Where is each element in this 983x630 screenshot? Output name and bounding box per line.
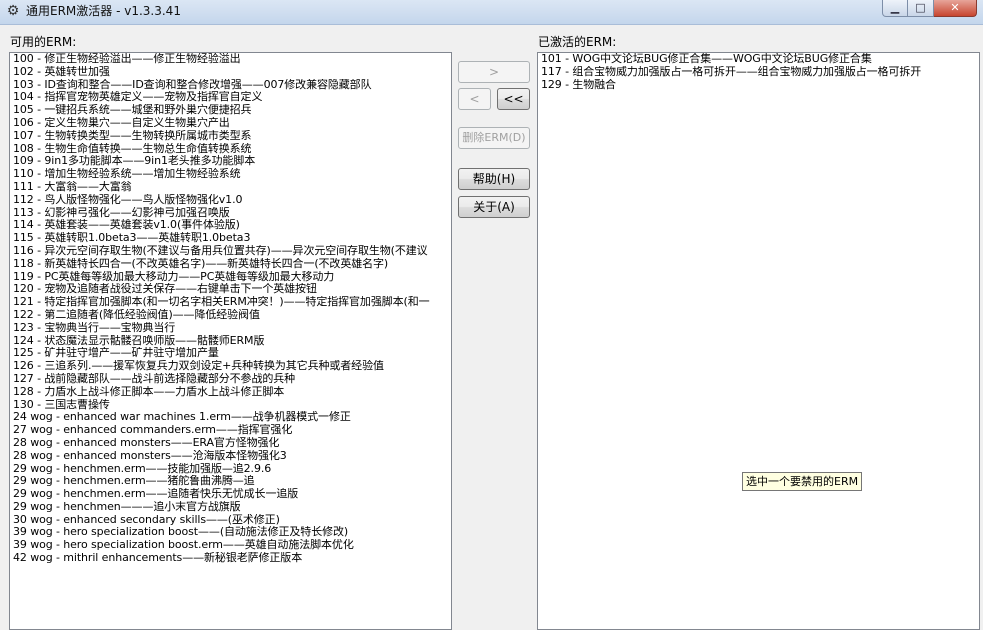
list-item[interactable]: 28 wog - enhanced monsters——沧海版本怪物强化3: [10, 450, 451, 463]
list-item[interactable]: 29 wog - henchmen———追小末官方战旗版: [10, 501, 451, 514]
list-item[interactable]: 111 - 大富翁——大富翁: [10, 181, 451, 194]
available-erm-label: 可用的ERM:: [10, 35, 77, 49]
list-item[interactable]: 102 - 英雄转世加强: [10, 66, 451, 79]
list-item[interactable]: 104 - 指挥官宠物英雄定义——宠物及指挥官自定义: [10, 91, 451, 104]
window-controls: ▁ □ ✕: [882, 0, 977, 18]
list-item[interactable]: 24 wog - enhanced war machines 1.erm——战争…: [10, 411, 451, 424]
list-item[interactable]: 112 - 鸟人版怪物强化——鸟人版怪物强化v1.0: [10, 194, 451, 207]
list-item[interactable]: 118 - 新英雄特长四合一(不改英雄名字)——新英雄特长四合一(不改英雄名字): [10, 258, 451, 271]
list-item[interactable]: 108 - 生物生命值转换——生物总生命值转换系统: [10, 143, 451, 156]
list-item[interactable]: 28 wog - enhanced monsters——ERA官方怪物强化: [10, 437, 451, 450]
list-item[interactable]: 127 - 战前隐藏部队——战斗前选择隐藏部分不参战的兵种: [10, 373, 451, 386]
delete-erm-button[interactable]: 删除ERM(D): [458, 127, 530, 149]
title-bar: ⚙ 通用ERM激活器 - v1.3.3.41 ▁ □ ✕: [0, 0, 983, 25]
list-item[interactable]: 29 wog - henchmen.erm——追随者快乐无忧成长一追版: [10, 488, 451, 501]
list-item[interactable]: 128 - 力盾水上战斗修正脚本——力盾水上战斗修正脚本: [10, 386, 451, 399]
list-item[interactable]: 39 wog - hero specialization boost.erm——…: [10, 539, 451, 552]
list-item[interactable]: 100 - 修正生物经验溢出——修正生物经验溢出: [10, 53, 451, 66]
list-item[interactable]: 42 wog - mithril enhancements——新秘银老萨修正版本: [10, 552, 451, 565]
list-item[interactable]: 123 - 宝物典当行——宝物典当行: [10, 322, 451, 335]
list-item[interactable]: 30 wog - enhanced secondary skills——(巫术修…: [10, 514, 451, 527]
list-item[interactable]: 121 - 特定指挥官加强脚本(和一切名字相关ERM冲突！)——特定指挥官加强脚…: [10, 296, 451, 309]
list-item[interactable]: 125 - 矿井驻守增产——矿井驻守增加产量: [10, 347, 451, 360]
tooltip: 选中一个要禁用的ERM: [742, 472, 863, 491]
list-item[interactable]: 103 - ID查询和整合——ID查询和整合修改增强——007修改兼容隐藏部队: [10, 79, 451, 92]
list-item[interactable]: 110 - 增加生物经验系统——增加生物经验系统: [10, 168, 451, 181]
list-item[interactable]: 29 wog - henchmen.erm——技能加强版—追2.9.6: [10, 463, 451, 476]
list-item[interactable]: 114 - 英雄套装——英雄套装v1.0(事件体验版): [10, 219, 451, 232]
list-item[interactable]: 106 - 定义生物巢穴——自定义生物巢穴产出: [10, 117, 451, 130]
remove-erm-button[interactable]: <: [458, 88, 491, 110]
list-item[interactable]: 120 - 宠物及追随者战役过关保存——右键单击下一个英雄按钮: [10, 283, 451, 296]
list-item[interactable]: 116 - 异次元空间存取生物(不建议与备用兵位置共存)——异次元空间存取生物(…: [10, 245, 451, 258]
gear-icon: ⚙: [6, 3, 20, 19]
about-button[interactable]: 关于(A): [458, 196, 530, 218]
activated-erm-label: 已激活的ERM:: [538, 35, 617, 49]
list-item[interactable]: 130 - 三国志曹操传: [10, 399, 451, 412]
available-erm-list[interactable]: 100 - 修正生物经验溢出——修正生物经验溢出 102 - 英雄转世加强 103 …: [9, 52, 452, 630]
list-item[interactable]: 29 wog - henchmen.erm——猪舵鲁曲沸腾—追: [10, 475, 451, 488]
list-item[interactable]: 105 - 一键招兵系统——城堡和野外巢穴便捷招兵: [10, 104, 451, 117]
maximize-button[interactable]: □: [908, 0, 934, 17]
list-item[interactable]: 101 - WOG中文论坛BUG修正合集——WOG中文论坛BUG修正合集: [538, 53, 979, 66]
list-item[interactable]: 122 - 第二追随者(降低经验阀值)——降低经验阀值: [10, 309, 451, 322]
list-item[interactable]: 109 - 9in1多功能脚本——9in1老头推多功能脚本: [10, 155, 451, 168]
activated-erm-list[interactable]: 101 - WOG中文论坛BUG修正合集——WOG中文论坛BUG修正合集 117 …: [537, 52, 980, 630]
list-item[interactable]: 124 - 状态魔法显示骷髅召唤师版——骷髅师ERM版: [10, 335, 451, 348]
list-item[interactable]: 27 wog - enhanced commanders.erm——指挥官强化: [10, 424, 451, 437]
close-button[interactable]: ✕: [934, 0, 977, 17]
list-item[interactable]: 113 - 幻影神弓强化——幻影神弓加强召唤版: [10, 207, 451, 220]
help-button[interactable]: 帮助(H): [458, 168, 530, 190]
list-item[interactable]: 126 - 三追系列.——援军恢复兵力双剑设定+兵种转换为其它兵种或者经验值: [10, 360, 451, 373]
list-item[interactable]: 115 - 英雄转职1.0beta3——英雄转职1.0beta3: [10, 232, 451, 245]
list-item[interactable]: 129 - 生物融合: [538, 79, 979, 92]
list-item[interactable]: 107 - 生物转换类型——生物转换所属城市类型系: [10, 130, 451, 143]
list-item[interactable]: 39 wog - hero specialization boost——(自动施…: [10, 526, 451, 539]
add-erm-button[interactable]: >: [458, 61, 530, 83]
window-title: 通用ERM激活器 - v1.3.3.41: [26, 4, 181, 18]
remove-all-button[interactable]: <<: [497, 88, 530, 110]
list-item[interactable]: 119 - PC英雄每等级加最大移动力——PC英雄每等级加最大移动力: [10, 271, 451, 284]
list-item[interactable]: 117 - 组合宝物威力加强版占一格可拆开——组合宝物威力加强版占一格可拆开: [538, 66, 979, 79]
minimize-button[interactable]: ▁: [882, 0, 908, 17]
